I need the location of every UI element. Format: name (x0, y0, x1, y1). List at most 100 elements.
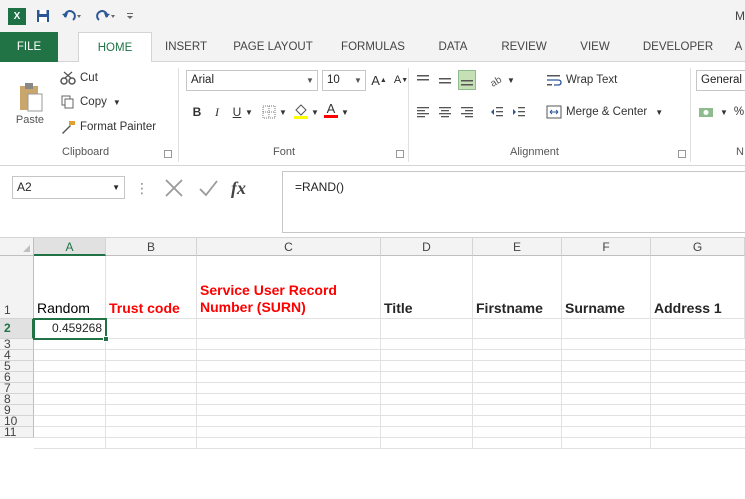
tab-home[interactable]: HOME (78, 32, 152, 63)
fill-handle[interactable] (103, 336, 109, 342)
cell-f2[interactable] (562, 319, 651, 339)
align-top-button[interactable] (414, 70, 432, 90)
chevron-down-icon[interactable]: ▼ (310, 102, 320, 122)
cell-g2[interactable] (651, 319, 745, 339)
empty-cells[interactable] (34, 339, 745, 449)
tab-file[interactable]: FILE (0, 32, 58, 62)
column-header-b[interactable]: B (106, 238, 197, 256)
column-header-a[interactable]: A (34, 238, 106, 256)
decrease-indent-button[interactable] (488, 102, 506, 122)
column-header-d[interactable]: D (381, 238, 473, 256)
chevron-down-icon[interactable]: ▼ (351, 71, 365, 90)
scissors-icon (60, 71, 76, 85)
wrap-text-button[interactable]: Wrap Text (546, 70, 617, 90)
cell-d1-text: Title (384, 300, 413, 316)
tab-insert[interactable]: INSERT (154, 32, 218, 62)
chevron-down-icon[interactable]: ▼ (506, 70, 516, 90)
decrease-indent-icon (491, 107, 503, 117)
orientation-button[interactable]: ab (488, 70, 506, 90)
chevron-down-icon[interactable]: ▼ (720, 108, 728, 117)
insert-function-button[interactable]: fx (231, 178, 246, 199)
cell-b2[interactable] (106, 319, 197, 339)
cell-e1[interactable]: Firstname (473, 256, 562, 319)
cell-e2[interactable] (473, 319, 562, 339)
save-button[interactable] (34, 6, 52, 26)
italic-button[interactable]: I (208, 102, 226, 122)
increase-indent-button[interactable] (510, 102, 528, 122)
paste-icon (20, 83, 43, 112)
font-launcher-icon[interactable] (396, 150, 404, 158)
save-icon (37, 10, 49, 22)
clipboard-group-label: Clipboard (62, 146, 110, 158)
redo-button[interactable] (92, 6, 120, 26)
cell-b1[interactable]: Trust code (106, 256, 197, 319)
chevron-down-icon[interactable]: ▼ (278, 102, 288, 122)
copy-button[interactable]: Copy ▼ (60, 92, 121, 112)
tab-page-layout[interactable]: PAGE LAYOUT (222, 32, 324, 62)
paste-button[interactable]: Paste (10, 68, 50, 126)
formula-input[interactable]: =RAND() (282, 171, 745, 233)
grow-font-button[interactable]: A ▲ (370, 70, 388, 90)
align-right-button[interactable] (458, 102, 476, 122)
align-bottom-button[interactable] (458, 70, 476, 90)
cell-c1[interactable]: Service User Record Number (SURN) (197, 256, 381, 319)
divider (178, 68, 179, 162)
column-header-e[interactable]: E (473, 238, 562, 256)
font-color-swatch (324, 115, 338, 118)
chevron-down-icon[interactable]: ▼ (655, 108, 663, 117)
enter-icon[interactable] (197, 177, 219, 199)
wrap-text-icon (547, 75, 562, 86)
row-header-2[interactable]: 2 (0, 319, 34, 339)
tab-developer[interactable]: DEVELOPER (630, 32, 726, 62)
font-color-button[interactable]: A (322, 100, 340, 120)
copy-label: Copy (80, 96, 107, 108)
row-header-1[interactable]: 1 (0, 256, 34, 319)
row-header-11[interactable]: 11 (0, 426, 34, 438)
borders-icon (262, 105, 276, 119)
chevron-down-icon[interactable]: ▼ (303, 71, 317, 90)
column-header-g[interactable]: G (651, 238, 745, 256)
font-name-value: Arial (191, 74, 215, 86)
chevron-down-icon[interactable]: ▼ (112, 177, 120, 198)
font-name-combo[interactable]: Arial ▼ (186, 70, 318, 91)
customize-qat-button[interactable] (124, 6, 136, 26)
format-painter-button[interactable]: Format Painter (60, 117, 156, 137)
merge-center-button[interactable]: Merge & Center ▼ (546, 102, 663, 122)
format-painter-label: Format Painter (80, 121, 157, 133)
accounting-format-button[interactable]: ▼ % (698, 102, 744, 122)
column-header-c[interactable]: C (197, 238, 381, 256)
undo-button[interactable] (58, 6, 86, 26)
font-size-combo[interactable]: 10 ▼ (322, 70, 366, 91)
name-box[interactable]: A2 ▼ (12, 176, 125, 199)
tab-review[interactable]: REVIEW (488, 32, 560, 62)
cell-d2[interactable] (381, 319, 473, 339)
tab-partial[interactable]: A (732, 32, 745, 62)
tab-formulas[interactable]: FORMULAS (326, 32, 420, 62)
cell-g1[interactable]: Address 1 (651, 256, 745, 319)
bold-button[interactable]: B (188, 102, 206, 122)
tab-view[interactable]: VIEW (566, 32, 624, 62)
select-all-button[interactable] (0, 238, 34, 256)
alignment-launcher-icon[interactable] (678, 150, 686, 158)
cut-button[interactable]: Cut (60, 68, 98, 88)
align-left-button[interactable] (414, 102, 432, 122)
percent-style-button[interactable]: % (734, 106, 744, 118)
merge-center-icon (546, 105, 562, 119)
active-cell-border (33, 318, 107, 340)
number-format-combo[interactable]: General (696, 70, 745, 91)
cell-c2[interactable] (197, 319, 381, 339)
clipboard-launcher-icon[interactable] (164, 150, 172, 158)
number-group-label: N (736, 146, 744, 158)
cancel-icon[interactable] (163, 177, 185, 199)
chevron-down-icon[interactable]: ▼ (244, 102, 254, 122)
cell-a1[interactable]: Random (34, 256, 106, 319)
borders-button[interactable] (260, 102, 278, 122)
column-header-f[interactable]: F (562, 238, 651, 256)
tab-data[interactable]: DATA (424, 32, 482, 62)
cell-d1[interactable]: Title (381, 256, 473, 319)
chevron-down-icon[interactable]: ▼ (340, 102, 350, 122)
fill-color-button[interactable] (292, 102, 310, 122)
cell-f1[interactable]: Surname (562, 256, 651, 319)
align-middle-button[interactable] (436, 70, 454, 90)
align-center-button[interactable] (436, 102, 454, 122)
